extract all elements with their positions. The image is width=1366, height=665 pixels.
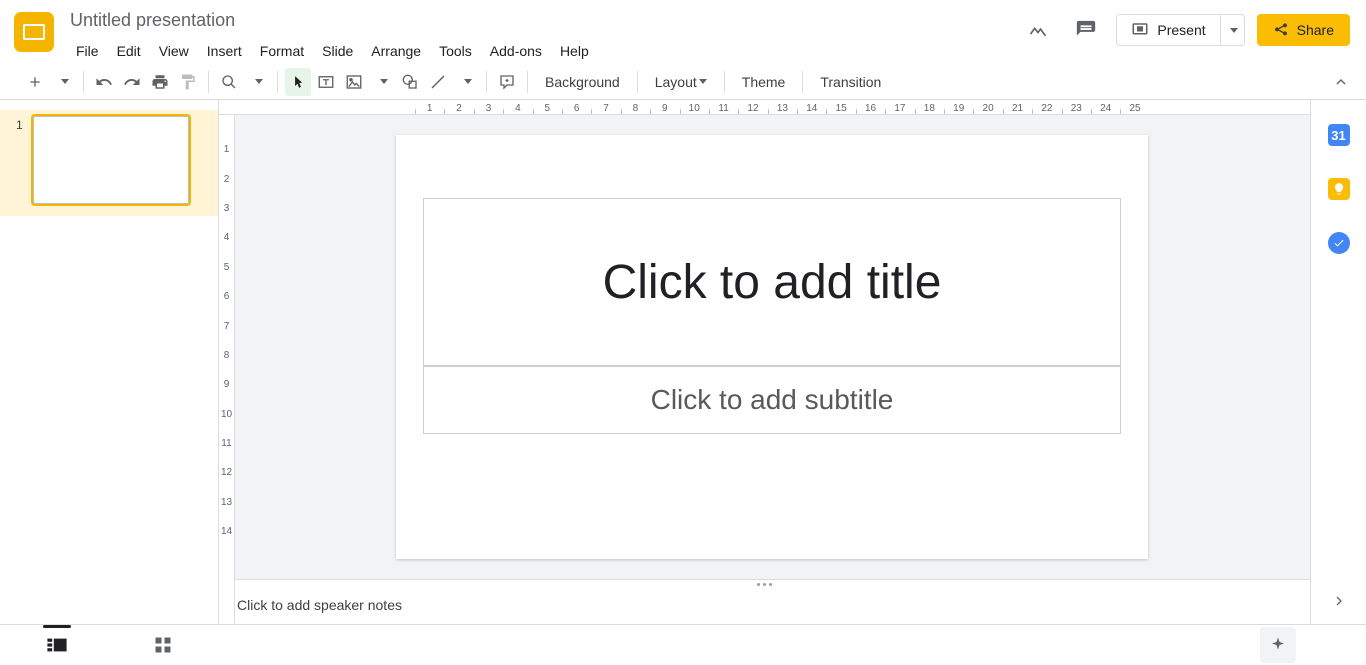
menu-addons[interactable]: Add-ons bbox=[482, 39, 550, 63]
line-dropdown[interactable] bbox=[453, 68, 479, 96]
activity-icon[interactable] bbox=[1020, 12, 1056, 48]
title-placeholder-box[interactable]: Click to add title bbox=[423, 198, 1121, 366]
theme-button[interactable]: Theme bbox=[732, 68, 796, 96]
tasks-icon[interactable] bbox=[1328, 232, 1350, 254]
layout-button[interactable]: Layout bbox=[645, 68, 717, 96]
textbox-tool[interactable] bbox=[313, 68, 339, 96]
menu-slide[interactable]: Slide bbox=[314, 39, 361, 63]
collapse-toolbar-button[interactable] bbox=[1328, 68, 1354, 96]
slides-logo[interactable] bbox=[14, 12, 54, 52]
zoom-dropdown[interactable] bbox=[244, 68, 270, 96]
menu-view[interactable]: View bbox=[151, 39, 197, 63]
zoom-button[interactable] bbox=[216, 68, 242, 96]
new-slide-dropdown[interactable] bbox=[50, 68, 76, 96]
select-tool[interactable] bbox=[285, 68, 311, 96]
calendar-icon[interactable]: 31 bbox=[1328, 124, 1350, 146]
menu-edit[interactable]: Edit bbox=[109, 39, 149, 63]
menu-help[interactable]: Help bbox=[552, 39, 597, 63]
print-button[interactable] bbox=[147, 68, 173, 96]
menu-file[interactable]: File bbox=[68, 39, 107, 63]
grid-view-button[interactable] bbox=[145, 627, 181, 663]
slide-canvas[interactable]: Click to add title Click to add subtitle bbox=[396, 135, 1148, 559]
filmstrip: 1 bbox=[0, 100, 219, 624]
slide-thumbnail-1[interactable]: 1 bbox=[0, 110, 218, 216]
title-placeholder-text: Click to add title bbox=[603, 255, 942, 310]
menubar: File Edit View Insert Format Slide Arran… bbox=[68, 35, 1020, 63]
explore-button[interactable] bbox=[1260, 627, 1296, 663]
menu-tools[interactable]: Tools bbox=[431, 39, 480, 63]
menu-insert[interactable]: Insert bbox=[199, 39, 250, 63]
present-label: Present bbox=[1157, 22, 1205, 38]
horizontal-ruler: 1234567891011121314151617181920212223242… bbox=[219, 100, 1310, 115]
share-button[interactable]: Share bbox=[1257, 14, 1350, 46]
document-title[interactable]: Untitled presentation bbox=[68, 8, 1020, 35]
undo-button[interactable] bbox=[91, 68, 117, 96]
slide-number: 1 bbox=[16, 116, 23, 204]
line-tool[interactable] bbox=[425, 68, 451, 96]
canvas-area: 1234567891011121314151617181920212223242… bbox=[219, 100, 1310, 624]
comment-button[interactable] bbox=[494, 68, 520, 96]
subtitle-placeholder-box[interactable]: Click to add subtitle bbox=[423, 366, 1121, 434]
menu-format[interactable]: Format bbox=[252, 39, 312, 63]
image-dropdown[interactable] bbox=[369, 68, 395, 96]
filmstrip-view-button[interactable] bbox=[39, 627, 75, 663]
image-tool[interactable] bbox=[341, 68, 367, 96]
footer bbox=[0, 624, 1366, 665]
present-button[interactable]: Present bbox=[1117, 15, 1219, 45]
shape-tool[interactable] bbox=[397, 68, 423, 96]
redo-button[interactable] bbox=[119, 68, 145, 96]
slide-thumbnail[interactable] bbox=[33, 116, 189, 204]
new-slide-button[interactable] bbox=[22, 68, 48, 96]
comments-icon[interactable] bbox=[1068, 12, 1104, 48]
keep-icon[interactable] bbox=[1328, 178, 1350, 200]
menu-arrange[interactable]: Arrange bbox=[363, 39, 429, 63]
speaker-notes[interactable]: Click to add speaker notes bbox=[219, 589, 1310, 624]
side-panel: 31 bbox=[1310, 100, 1366, 624]
paint-format-button[interactable] bbox=[175, 68, 201, 96]
present-dropdown[interactable] bbox=[1220, 15, 1244, 45]
present-button-group: Present bbox=[1116, 14, 1244, 46]
share-label: Share bbox=[1297, 22, 1334, 38]
notes-splitter[interactable] bbox=[219, 579, 1310, 589]
transition-button[interactable]: Transition bbox=[810, 68, 891, 96]
subtitle-placeholder-text: Click to add subtitle bbox=[651, 384, 894, 416]
side-panel-toggle[interactable] bbox=[1331, 593, 1347, 609]
background-button[interactable]: Background bbox=[535, 68, 630, 96]
toolbar: Background Layout Theme Transition bbox=[0, 64, 1366, 100]
